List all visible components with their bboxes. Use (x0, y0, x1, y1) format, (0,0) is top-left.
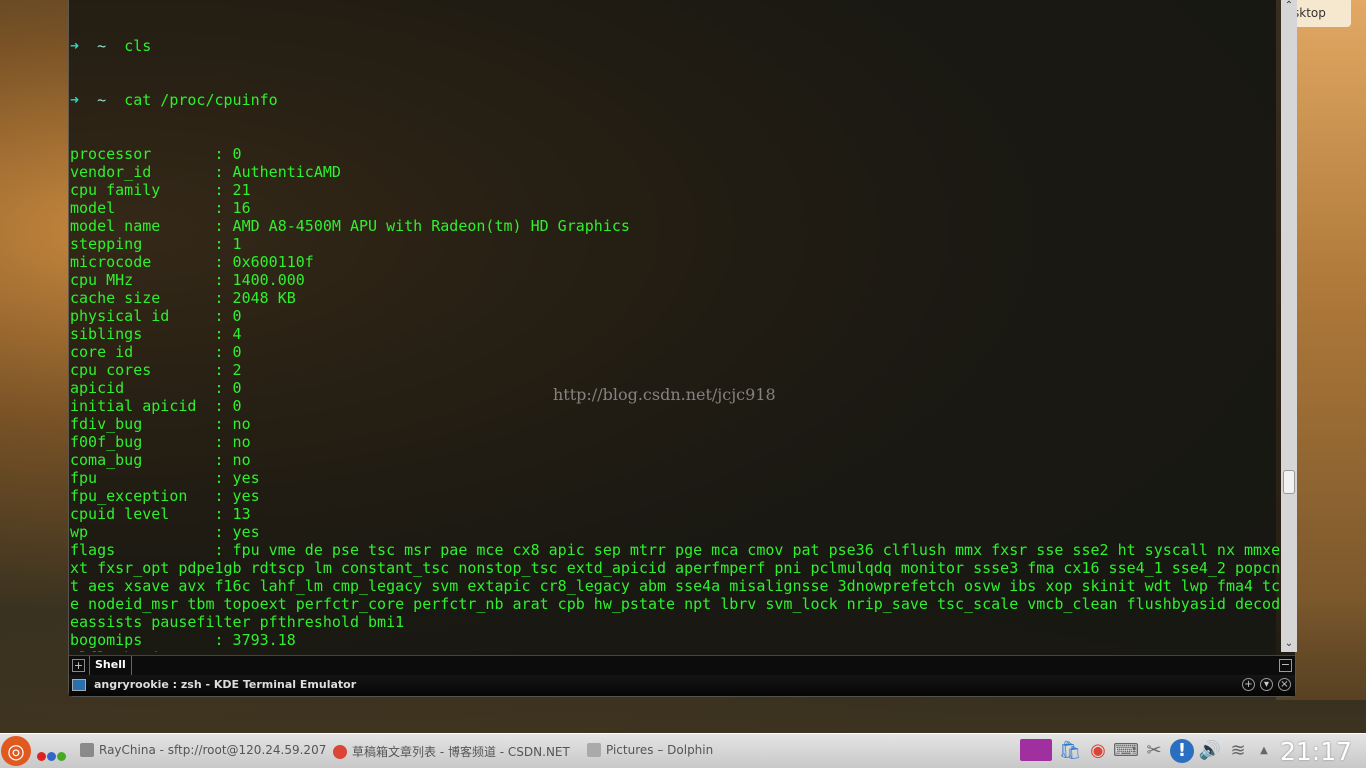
output-line: coma_bug : no (70, 451, 251, 469)
output-line: core id : 0 (70, 343, 242, 361)
tab-bar: + Shell − (69, 655, 1295, 676)
dolphin-icon (587, 743, 601, 757)
konsole-icon (72, 679, 86, 691)
output-line: cpu family : 21 (70, 181, 251, 199)
close-icon[interactable]: × (1278, 678, 1291, 691)
maximize-icon[interactable]: + (1242, 678, 1255, 691)
wifi-icon[interactable]: ≋ (1226, 739, 1250, 763)
maximize-dot-icon[interactable] (57, 752, 66, 761)
output-line: flags : fpu vme de pse tsc msr pae mce c… (70, 541, 1281, 559)
window-titlebar[interactable]: angryrookie : zsh - KDE Terminal Emulato… (69, 675, 1295, 696)
minimize-icon[interactable]: ▾ (1260, 678, 1273, 691)
output-line: e nodeid_msr tbm topoext perfctr_core pe… (70, 595, 1281, 613)
prompt-arrow-icon: ➜ (70, 91, 80, 109)
clock[interactable]: 21:17 (1280, 737, 1352, 766)
prompt-line: ➜ ~ cat /proc/cpuinfo (70, 91, 1281, 109)
chrome-icon (333, 745, 347, 759)
output-line: clflush size : 64 (70, 649, 1281, 652)
task-dolphin[interactable]: Pictures – Dolphin (587, 743, 713, 757)
output-line: fdiv_bug : no (70, 415, 251, 433)
output-line: cache size : 2048 KB (70, 289, 296, 307)
window-title: angryrookie : zsh - KDE Terminal Emulato… (94, 678, 357, 691)
output-line: fpu_exception : yes (70, 487, 260, 505)
command: cls (124, 37, 152, 55)
output-line: f00f_bug : no (70, 433, 251, 451)
close-dot-icon[interactable] (37, 752, 46, 761)
scroll-up-icon[interactable]: ⌃ (1281, 0, 1297, 14)
task-label: Pictures – Dolphin (606, 743, 714, 757)
output-line: vendor_id : AuthenticAMD (70, 163, 341, 181)
output-line: physical id : 0 (70, 307, 242, 325)
prompt-line: ➜ ~ cls (70, 37, 1281, 55)
taskbar: ◎ RayChina - sftp://root@120.24.59.207 草… (0, 733, 1366, 768)
volume-icon[interactable]: 🔊 (1198, 739, 1222, 763)
output-line: cpuid level : 13 (70, 505, 251, 523)
output-line: eassists pausefilter pfthreshold bmi1 (70, 613, 405, 631)
output-line: model name : AMD A8-4500M APU with Radeo… (70, 217, 630, 235)
output-line: stepping : 1 (70, 235, 242, 253)
output-line: wp : yes (70, 523, 260, 541)
command: cat /proc/cpuinfo (124, 91, 278, 109)
software-center-icon[interactable]: 🛍 (1058, 739, 1082, 763)
scrollbar-thumb[interactable] (1283, 470, 1295, 494)
output-line: model : 16 (70, 199, 251, 217)
terminal-window[interactable]: ➜ ~ cls ➜ ~ cat /proc/cpuinfo processor … (68, 0, 1297, 697)
scroll-down-icon[interactable]: ⌄ (1281, 638, 1297, 652)
tab-shell[interactable]: Shell (89, 656, 132, 676)
output-line: fpu : yes (70, 469, 260, 487)
minimize-dot-icon[interactable] (47, 752, 56, 761)
output-line: bogomips : 3793.18 (70, 631, 296, 649)
watermark: http://blog.csdn.net/jcjc918 (553, 385, 776, 404)
output-line: t aes xsave avx f16c lahf_lm cmp_legacy … (70, 577, 1281, 595)
task-chrome[interactable]: 草稿箱文章列表 - 博客频道 - CSDN.NET (333, 743, 570, 760)
chrome-tray-icon[interactable]: ◉ (1086, 739, 1110, 763)
task-label: RayChina - sftp://root@120.24.59.207 (99, 743, 327, 757)
keyboard-icon[interactable]: ⌨ (1113, 739, 1139, 763)
scrollbar[interactable]: ⌃ ⌄ (1281, 0, 1297, 652)
prompt-dir: ~ (97, 91, 107, 109)
close-tab-button[interactable]: − (1279, 659, 1292, 672)
ubuntu-menu-icon[interactable]: ◎ (1, 736, 31, 766)
output-line: cpu MHz : 1400.000 (70, 271, 305, 289)
output-line: cpu cores : 2 (70, 361, 242, 379)
task-filezilla[interactable]: RayChina - sftp://root@120.24.59.207 (80, 743, 326, 757)
new-tab-button[interactable]: + (72, 659, 85, 672)
task-label: 草稿箱文章列表 - 博客频道 - CSDN.NET (352, 745, 570, 759)
scissors-icon[interactable]: ✂ (1142, 739, 1166, 763)
window-controls (37, 746, 67, 765)
output-line: siblings : 4 (70, 325, 242, 343)
output-line: xt fxsr_opt pdpe1gb rdtscp lm constant_t… (70, 559, 1281, 577)
output-line: processor : 0 (70, 145, 242, 163)
expand-tray-icon[interactable]: ▲ (1252, 739, 1276, 763)
prompt-arrow-icon: ➜ (70, 37, 80, 55)
notification-icon[interactable]: ! (1170, 739, 1194, 763)
terminal-screen[interactable]: ➜ ~ cls ➜ ~ cat /proc/cpuinfo processor … (69, 0, 1281, 652)
output-line: microcode : 0x600110f (70, 253, 314, 271)
workspace-switcher-icon[interactable] (1020, 739, 1052, 761)
filezilla-icon (80, 743, 94, 757)
prompt-dir: ~ (97, 37, 107, 55)
